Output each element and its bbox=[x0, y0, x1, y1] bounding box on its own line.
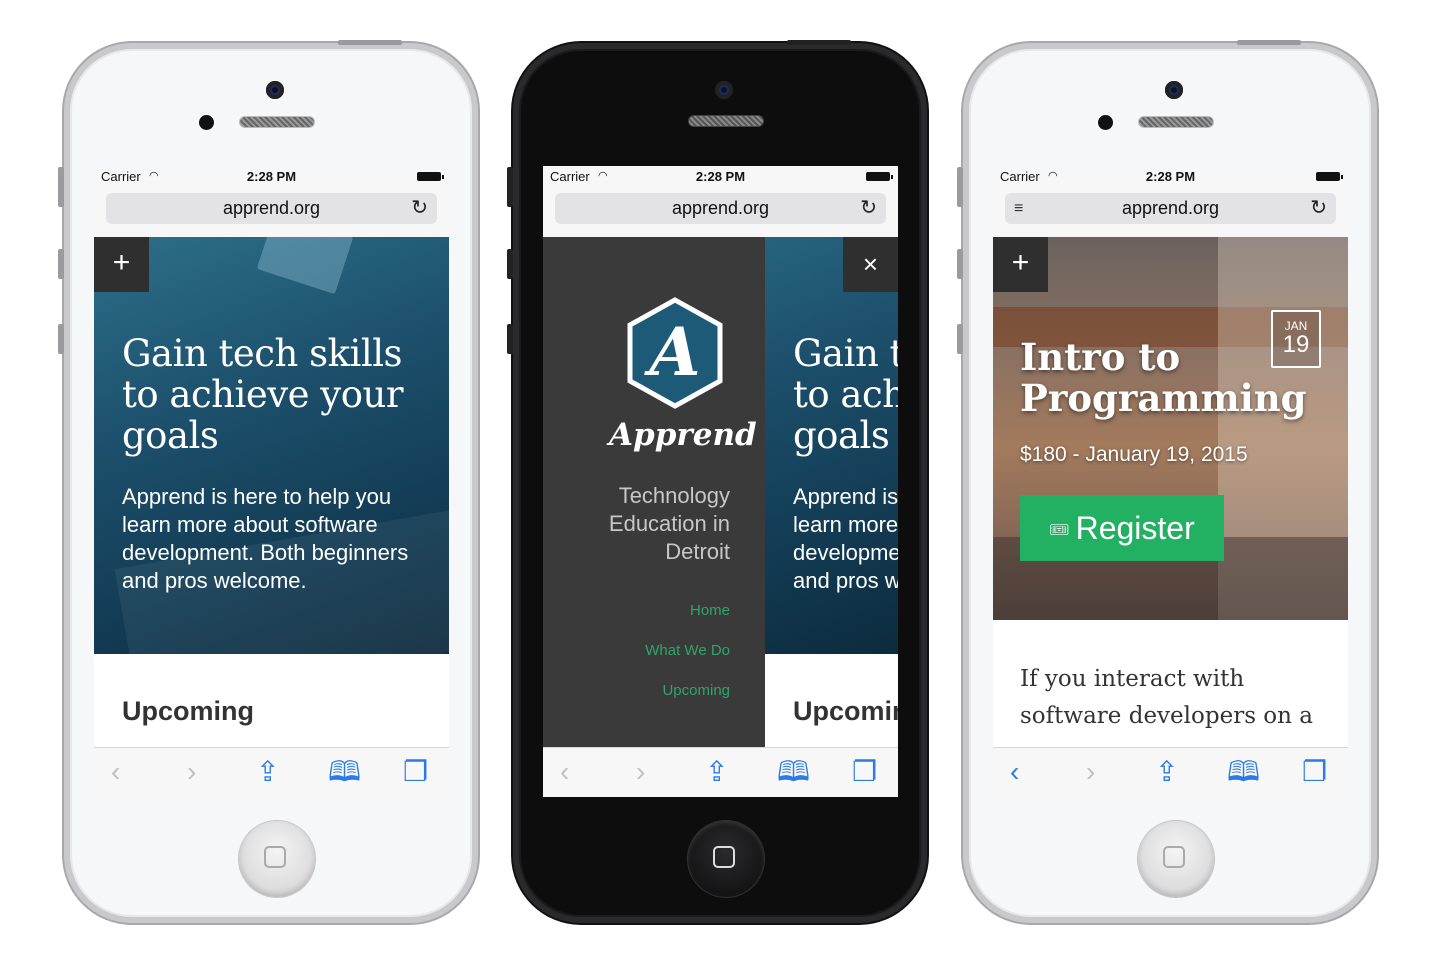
volume-up-button bbox=[58, 249, 64, 279]
address-bar-area: ≡ apprend.org ↻ bbox=[993, 186, 1348, 237]
screen: Carrier ◠ 2:28 PM ≡ apprend.org ↻ + JAN … bbox=[993, 166, 1348, 797]
menu-toggle-button[interactable]: + bbox=[993, 237, 1048, 292]
browser-toolbar: ‹ › ⇪ 🕮 ❐ bbox=[993, 747, 1348, 797]
mute-switch bbox=[58, 167, 64, 207]
event-hero: + JAN 19 Intro to Programming $180 - Jan… bbox=[993, 237, 1348, 620]
hero-text: Apprend is here to help you learn more a… bbox=[122, 484, 409, 593]
phone-home: Carrier ◠ 2:28 PM apprend.org ↻ + Gain t… bbox=[58, 40, 478, 923]
forward-arrow-icon[interactable]: › bbox=[187, 754, 196, 790]
hero-text: Apprend is here to help you learn more a… bbox=[793, 484, 898, 593]
proximity-sensor bbox=[199, 115, 214, 130]
volume-down-button bbox=[507, 324, 513, 354]
event-price-date: $180 - January 19, 2015 bbox=[1020, 443, 1248, 466]
tagline: Technology Education in Detroit bbox=[608, 483, 730, 564]
section-title: Upcoming bbox=[122, 696, 254, 726]
screen: Carrier ◠ 2:28 PM apprend.org ↻ + Gain t… bbox=[94, 166, 449, 797]
status-bar: Carrier ◠ 2:28 PM bbox=[543, 166, 898, 186]
screen: Carrier ◠ 2:28 PM apprend.org ↻ Gain tec… bbox=[543, 166, 898, 797]
svg-text:A: A bbox=[643, 313, 700, 391]
home-square-icon bbox=[264, 846, 286, 868]
earpiece-speaker bbox=[688, 115, 764, 127]
earpiece-speaker bbox=[239, 116, 315, 128]
reload-icon[interactable]: ↻ bbox=[411, 193, 428, 224]
battery-icon bbox=[866, 172, 893, 181]
mute-switch bbox=[957, 167, 963, 207]
address-bar[interactable]: apprend.org ↻ bbox=[106, 193, 437, 224]
hero-title: Gain tech skills to achieve your goals bbox=[793, 332, 898, 457]
browser-toolbar: ‹ › ⇪ 🕮 ❐ bbox=[94, 747, 449, 797]
home-square-icon bbox=[1163, 846, 1185, 868]
mute-switch bbox=[507, 167, 513, 207]
battery-icon bbox=[1316, 172, 1343, 181]
back-arrow-icon[interactable]: ‹ bbox=[111, 754, 120, 790]
bookmarks-icon[interactable]: 🕮 bbox=[1227, 754, 1260, 790]
hero-background-paper bbox=[256, 237, 354, 295]
forward-arrow-icon[interactable]: › bbox=[1086, 754, 1095, 790]
power-button bbox=[787, 40, 851, 45]
url-text: apprend.org bbox=[222, 198, 321, 218]
menu-item-home[interactable]: Home bbox=[690, 602, 730, 619]
menu-item-upcoming[interactable]: Upcoming bbox=[662, 682, 730, 699]
url-text: apprend.org bbox=[1121, 198, 1220, 218]
tabs-icon[interactable]: ❐ bbox=[403, 754, 428, 790]
tabs-icon[interactable]: ❐ bbox=[1302, 754, 1327, 790]
address-bar[interactable]: ≡ apprend.org ↻ bbox=[1005, 193, 1336, 224]
section-title: Upcoming bbox=[793, 696, 898, 726]
event-title: Intro to Programming bbox=[1020, 335, 1307, 420]
menu-item-what-we-do[interactable]: What We Do bbox=[645, 642, 730, 659]
battery-icon bbox=[417, 172, 444, 181]
browser-toolbar: ‹ › ⇪ 🕮 ❐ bbox=[543, 747, 898, 797]
ticket-icon: 🎟 bbox=[1049, 521, 1070, 539]
address-bar-area: apprend.org ↻ bbox=[94, 186, 449, 237]
hero-title: Gain tech skills to achieve your goals bbox=[122, 332, 404, 457]
bookmarks-icon[interactable]: 🕮 bbox=[777, 754, 810, 790]
status-time: 2:28 PM bbox=[1145, 169, 1196, 184]
reload-icon[interactable]: ↻ bbox=[860, 193, 877, 224]
side-menu: A Apprend Technology Education in Detroi… bbox=[543, 237, 765, 747]
register-label: Register bbox=[1075, 510, 1195, 546]
home-button[interactable] bbox=[239, 821, 315, 897]
back-arrow-icon[interactable]: ‹ bbox=[1010, 754, 1019, 790]
share-icon[interactable]: ⇪ bbox=[1155, 754, 1178, 790]
phone-event: Carrier ◠ 2:28 PM ≡ apprend.org ↻ + JAN … bbox=[957, 40, 1377, 923]
forward-arrow-icon[interactable]: › bbox=[636, 754, 645, 790]
back-arrow-icon[interactable]: ‹ bbox=[560, 754, 569, 790]
power-button bbox=[1237, 40, 1301, 45]
volume-up-button bbox=[507, 249, 513, 279]
brand-name: Apprend bbox=[609, 417, 757, 453]
front-camera bbox=[266, 81, 284, 99]
status-time: 2:28 PM bbox=[246, 169, 297, 184]
front-camera bbox=[1165, 81, 1183, 99]
power-button bbox=[338, 40, 402, 45]
status-bar: Carrier ◠ 2:28 PM bbox=[993, 166, 1348, 186]
home-button[interactable] bbox=[688, 821, 764, 897]
menu-toggle-button[interactable]: + bbox=[94, 237, 149, 292]
home-button[interactable] bbox=[1138, 821, 1214, 897]
address-bar[interactable]: apprend.org ↻ bbox=[555, 193, 886, 224]
share-icon[interactable]: ⇪ bbox=[705, 754, 728, 790]
reader-mode-icon[interactable]: ≡ bbox=[1014, 193, 1023, 224]
event-description: If you interact with software developers… bbox=[1020, 666, 1313, 729]
reload-icon[interactable]: ↻ bbox=[1310, 193, 1327, 224]
url-text: apprend.org bbox=[671, 198, 770, 218]
address-bar-area: apprend.org ↻ bbox=[543, 186, 898, 237]
register-button[interactable]: 🎟 Register bbox=[1020, 495, 1224, 561]
hero-section: + Gain tech skills to achieve your goals… bbox=[94, 237, 449, 654]
tabs-icon[interactable]: ❐ bbox=[852, 754, 877, 790]
front-camera bbox=[715, 81, 733, 99]
phone-menu: Carrier ◠ 2:28 PM apprend.org ↻ Gain tec… bbox=[507, 40, 927, 923]
volume-down-button bbox=[58, 324, 64, 354]
status-bar: Carrier ◠ 2:28 PM bbox=[94, 166, 449, 186]
share-icon[interactable]: ⇪ bbox=[256, 754, 279, 790]
volume-down-button bbox=[957, 324, 963, 354]
bookmarks-icon[interactable]: 🕮 bbox=[328, 754, 361, 790]
proximity-sensor bbox=[1098, 115, 1113, 130]
earpiece-speaker bbox=[1138, 116, 1214, 128]
status-time: 2:28 PM bbox=[695, 169, 746, 184]
close-menu-button[interactable]: × bbox=[843, 237, 898, 292]
apprend-logo: A bbox=[627, 297, 723, 409]
volume-up-button bbox=[957, 249, 963, 279]
home-square-icon bbox=[713, 846, 735, 868]
